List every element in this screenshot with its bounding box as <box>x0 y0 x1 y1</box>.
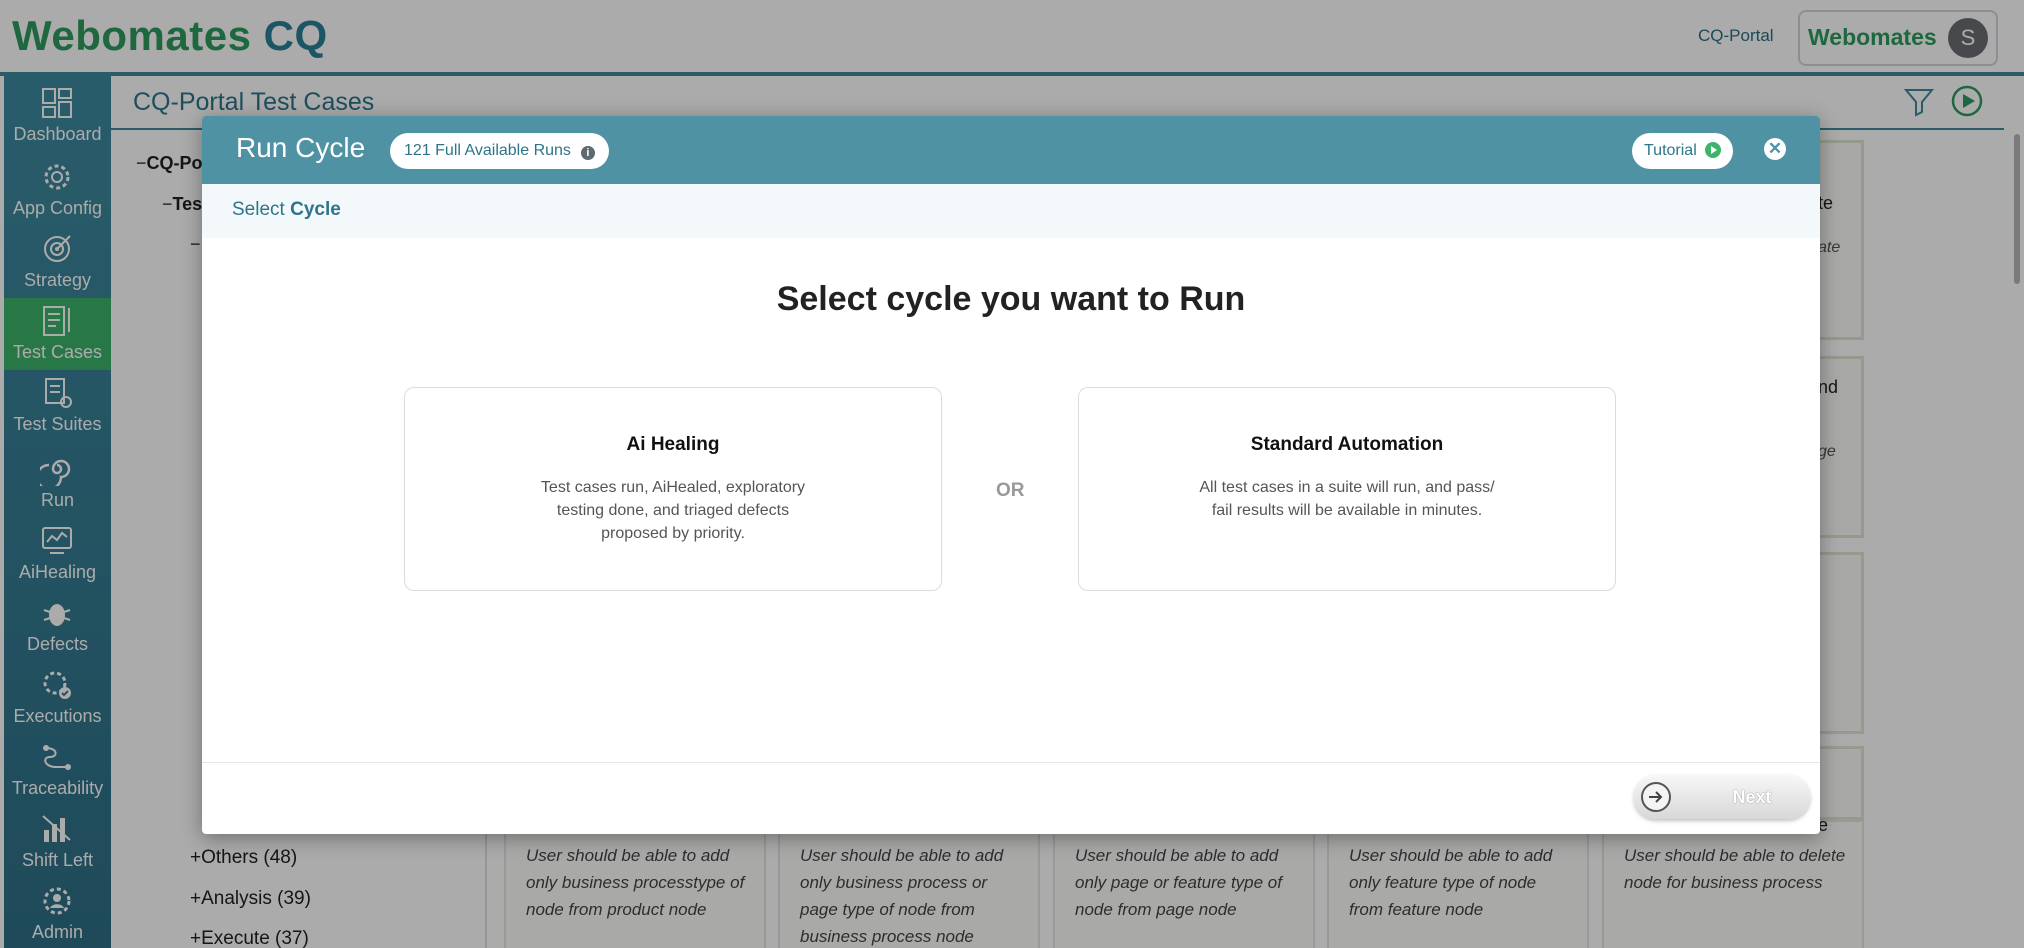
app-window: Webomates CQ CQ-Portal Webomates S Dashb… <box>0 0 2024 948</box>
option-title: Standard Automation <box>1250 434 1444 455</box>
ai-healing-option[interactable]: Ai Healing Test cases run, AiHealed, exp… <box>404 387 942 591</box>
info-icon[interactable]: i <box>580 146 595 160</box>
modal-title: Run Cycle <box>236 132 366 163</box>
option-title: Ai Healing <box>626 434 720 455</box>
standard-automation-option[interactable]: Standard Automation All test cases in a … <box>1078 387 1616 591</box>
step-indicator: Select Cycle <box>202 184 1820 238</box>
modal-heading: Select cycle you want to Run <box>776 280 1246 318</box>
available-runs-text: 121 Full Available Runs <box>404 142 571 159</box>
option-description: Test cases run, AiHealed, exploratory te… <box>540 479 806 542</box>
option-description: All test cases in a suite will run, and … <box>1199 479 1495 519</box>
tutorial-label: Tutorial <box>1644 142 1697 159</box>
play-icon <box>1704 142 1721 158</box>
available-runs-badge: 121 Full Available Runs i <box>390 133 609 169</box>
next-button-label: Next <box>1732 787 1772 807</box>
next-button[interactable]: Next <box>1634 775 1810 819</box>
arrow-right-circle-icon <box>1641 782 1671 812</box>
tutorial-button[interactable]: Tutorial <box>1632 133 1733 169</box>
step-name: Cycle <box>290 199 341 220</box>
step-prefix: Select <box>232 199 285 220</box>
close-button[interactable]: ✕ <box>1764 138 1786 160</box>
modal-header: Run Cycle 121 Full Available Runs i Tutor… <box>202 116 1820 184</box>
footer-divider <box>202 762 1820 763</box>
run-cycle-modal: Run Cycle 121 Full Available Runs i Tutor… <box>202 116 1820 834</box>
step-text: Select Cycle <box>232 199 341 221</box>
or-separator: OR <box>996 480 1025 501</box>
